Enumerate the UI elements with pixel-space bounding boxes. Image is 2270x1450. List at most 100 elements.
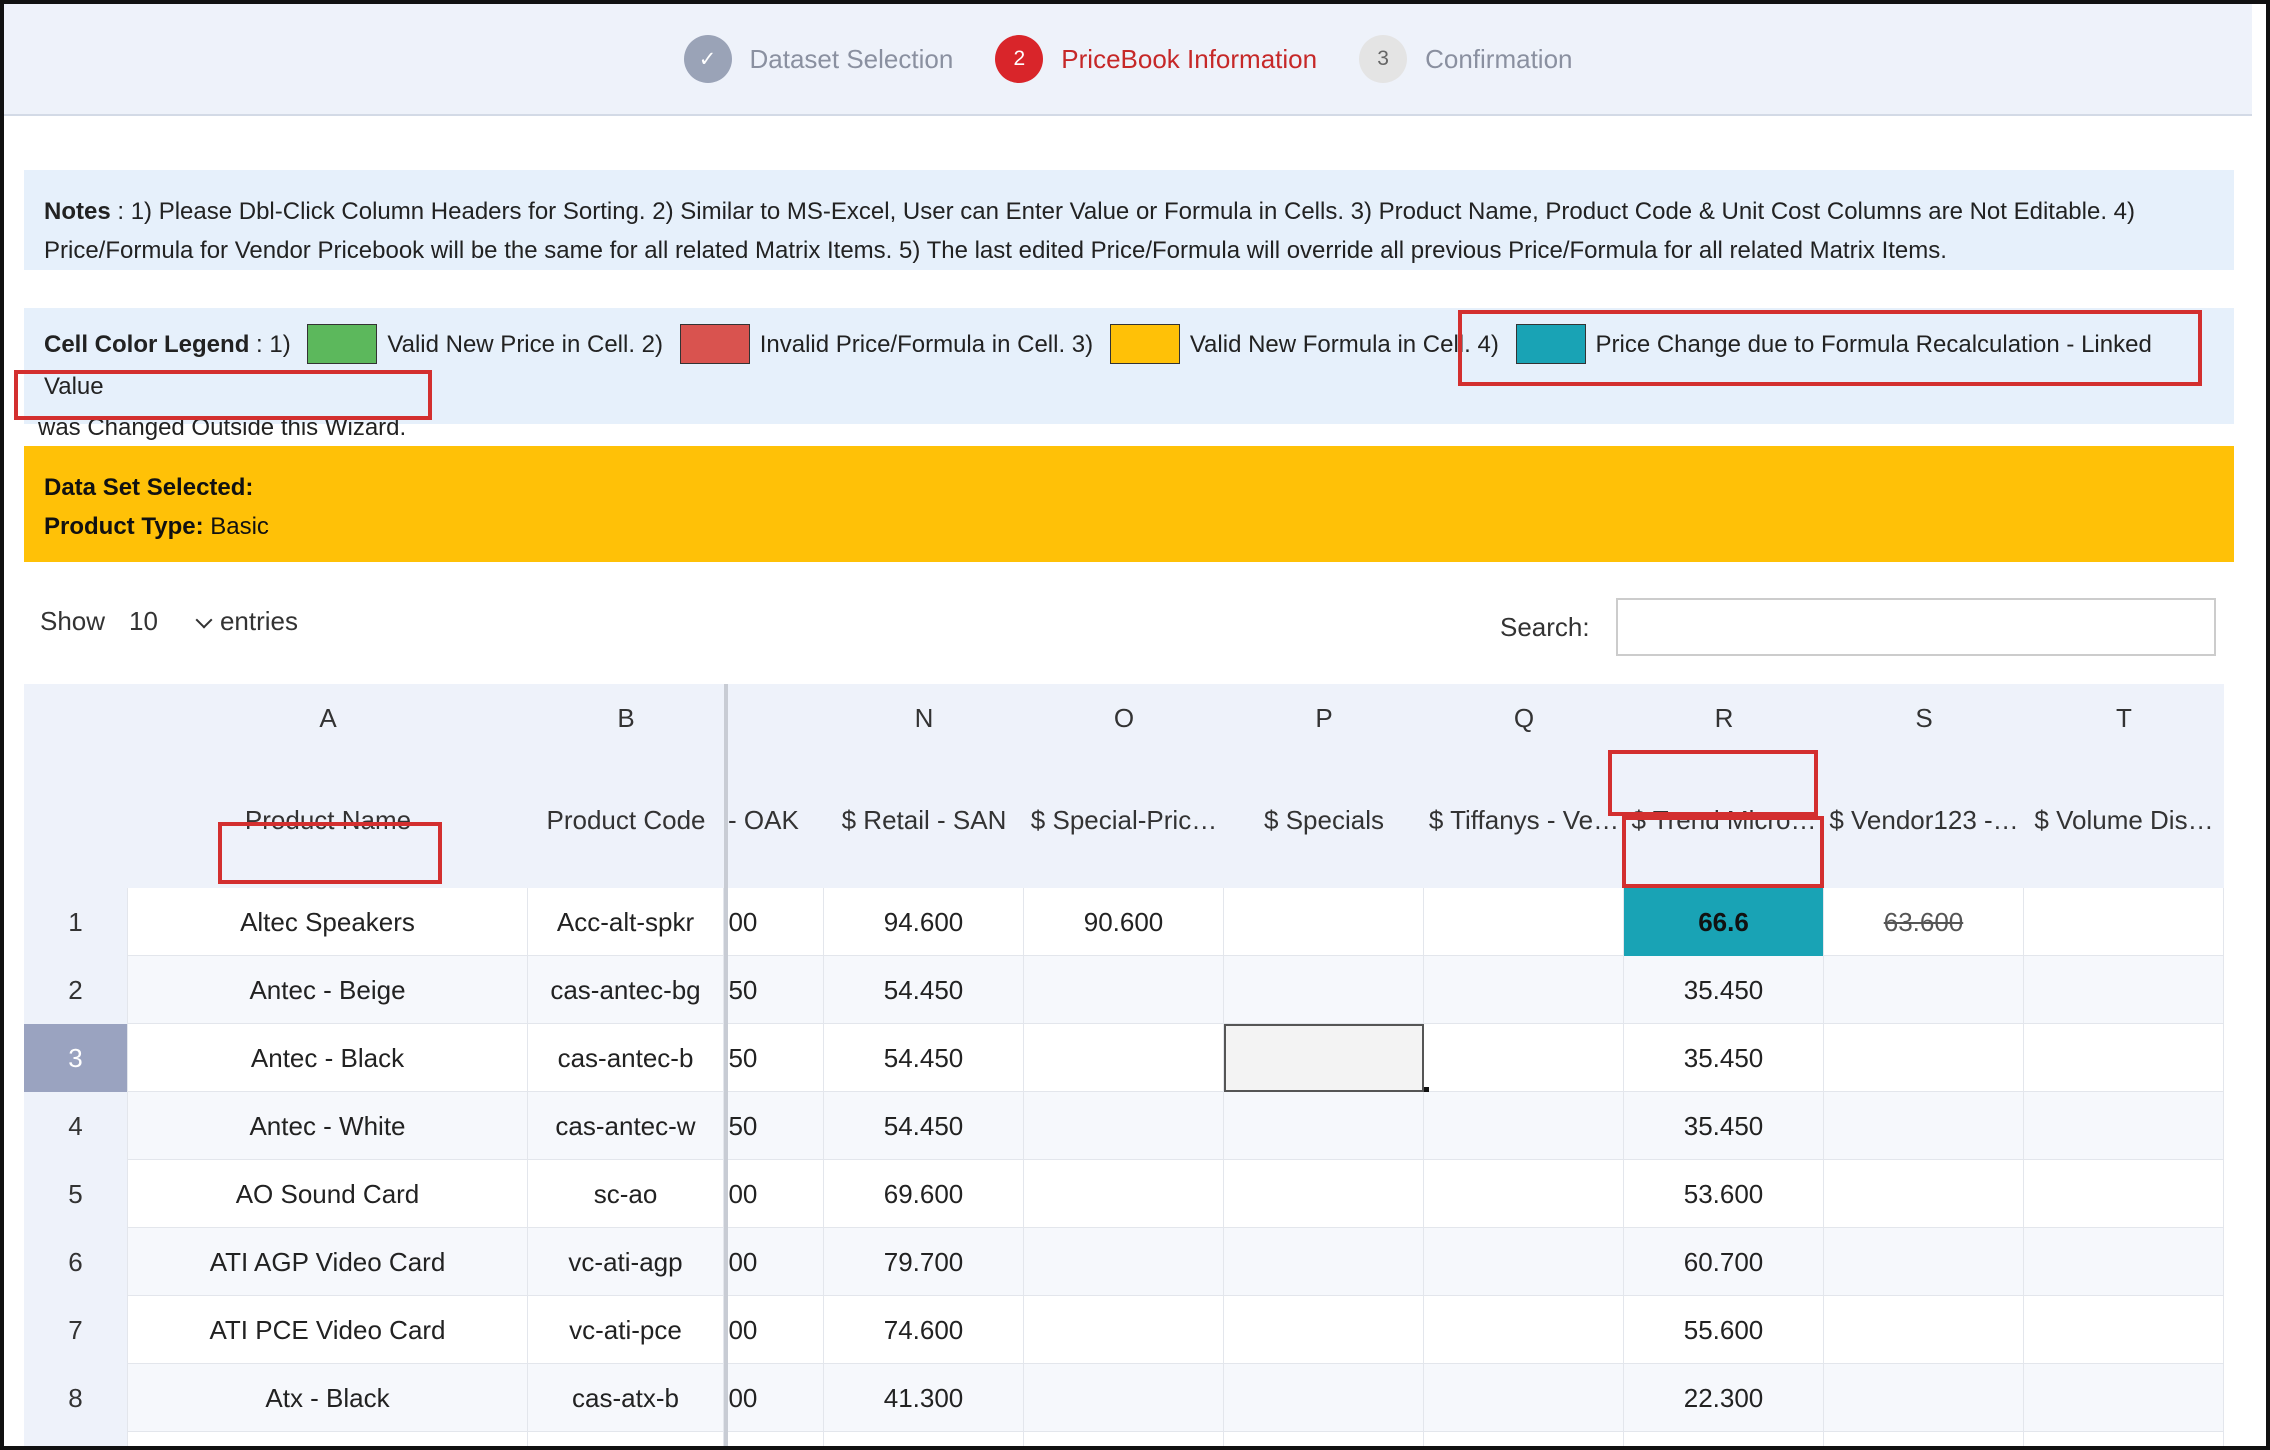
price-cell-tiffanys[interactable] (1424, 1296, 1624, 1364)
price-cell-special-price[interactable] (1024, 1296, 1224, 1364)
product-name-cell[interactable]: Atx - White (128, 1432, 528, 1450)
price-cell-special-price[interactable] (1024, 1024, 1224, 1092)
row-number[interactable]: 3 (24, 1024, 128, 1092)
product-code-cell[interactable]: cas-atx-b (528, 1364, 724, 1432)
price-cell-trend-micro[interactable]: 35.450 (1624, 1092, 1824, 1160)
price-cell-specials[interactable] (1224, 1092, 1424, 1160)
product-code-cell[interactable]: cas-antec-w (528, 1092, 724, 1160)
price-cell-retail-san[interactable]: 54.450 (824, 1092, 1024, 1160)
product-name-cell[interactable]: Antec - Beige (128, 956, 528, 1024)
col-header-oak[interactable]: - OAK (728, 752, 824, 888)
price-cell-trend-micro[interactable]: 22.300 (1624, 1364, 1824, 1432)
price-cell-retail-san[interactable]: 94.600 (824, 888, 1024, 956)
price-cell-vendor123[interactable] (1824, 1092, 2024, 1160)
price-cell-m[interactable]: 600 (728, 1160, 824, 1228)
col-header-volume-dis[interactable]: $ Volume Dis… (2024, 752, 2224, 888)
price-cell-tiffanys[interactable] (1424, 956, 1624, 1024)
product-code-cell[interactable]: vc-ati-agp (528, 1228, 724, 1296)
product-name-cell[interactable]: Antec - Black (128, 1024, 528, 1092)
price-cell-special-price[interactable] (1024, 956, 1224, 1024)
row-number[interactable]: 4 (24, 1092, 128, 1160)
price-cell-vendor123[interactable] (1824, 1228, 2024, 1296)
price-cell-volume-dis[interactable] (2024, 1432, 2224, 1450)
row-number[interactable]: 7 (24, 1296, 128, 1364)
col-header-specials[interactable]: $ Specials (1224, 752, 1424, 888)
col-letter-b[interactable]: B (528, 684, 724, 752)
price-cell-retail-san[interactable]: 54.450 (824, 956, 1024, 1024)
price-cell-trend-micro[interactable]: 35.450 (1624, 1024, 1824, 1092)
price-cell-specials[interactable] (1224, 1364, 1424, 1432)
price-cell-trend-micro[interactable]: 53.600 (1624, 1160, 1824, 1228)
price-cell-volume-dis[interactable] (2024, 1296, 2224, 1364)
product-code-cell[interactable]: cas-atx-w (528, 1432, 724, 1450)
col-letter-r[interactable]: R (1624, 684, 1824, 752)
price-cell-m[interactable]: 450 (728, 1092, 824, 1160)
search-input[interactable] (1615, 598, 2216, 656)
product-name-cell[interactable]: Altec Speakers (128, 888, 528, 956)
col-header-tiffanys[interactable]: $ Tiffanys - Ve… (1424, 752, 1624, 888)
price-cell-specials[interactable] (1224, 956, 1424, 1024)
price-cell-m[interactable]: 700 (728, 1228, 824, 1296)
product-name-cell[interactable]: Atx - Black (128, 1364, 528, 1432)
price-cell-special-price[interactable] (1024, 1432, 1224, 1450)
price-cell-vendor123[interactable] (1824, 1160, 2024, 1228)
price-cell-retail-san[interactable]: 54.450 (824, 1024, 1024, 1092)
price-cell-specials[interactable] (1224, 1296, 1424, 1364)
product-name-cell[interactable]: AO Sound Card (128, 1160, 528, 1228)
price-cell-volume-dis[interactable] (2024, 956, 2224, 1024)
col-header-product-code[interactable]: Product Code (528, 752, 724, 888)
row-number[interactable]: 8 (24, 1364, 128, 1432)
price-cell-m[interactable]: 500 (728, 888, 824, 956)
price-cell-specials[interactable] (1224, 1160, 1424, 1228)
price-cell-specials[interactable] (1224, 1228, 1424, 1296)
product-code-cell[interactable]: cas-antec-bg (528, 956, 724, 1024)
price-cell-volume-dis[interactable] (2024, 1024, 2224, 1092)
col-letter-q[interactable]: Q (1424, 684, 1624, 752)
col-letter-s[interactable]: S (1824, 684, 2024, 752)
price-cell-m[interactable]: 600 (728, 1296, 824, 1364)
price-cell-specials[interactable] (1224, 1024, 1424, 1092)
price-cell-tiffanys[interactable] (1424, 1024, 1624, 1092)
price-cell-retail-san[interactable]: 79.700 (824, 1228, 1024, 1296)
price-cell-retail-san[interactable]: 69.600 (824, 1160, 1024, 1228)
price-cell-m[interactable]: 300 (728, 1432, 824, 1450)
price-cell-special-price[interactable]: 90.600 (1024, 888, 1224, 956)
price-cell-special-price[interactable] (1024, 1364, 1224, 1432)
col-letter-t[interactable]: T (2024, 684, 2224, 752)
row-number[interactable]: 5 (24, 1160, 128, 1228)
price-cell-vendor123[interactable] (1824, 1296, 2024, 1364)
row-number[interactable]: 9 (24, 1432, 128, 1450)
product-code-cell[interactable]: cas-antec-b (528, 1024, 724, 1092)
step-dataset-selection[interactable]: ✓ Dataset Selection (683, 35, 953, 83)
price-cell-specials[interactable] (1224, 888, 1424, 956)
row-number[interactable]: 2 (24, 956, 128, 1024)
product-name-cell[interactable]: ATI AGP Video Card (128, 1228, 528, 1296)
col-letter-p[interactable]: P (1224, 684, 1424, 752)
price-cell-m[interactable]: 450 (728, 1024, 824, 1092)
price-cell-trend-micro[interactable]: 22.300 (1624, 1432, 1824, 1450)
product-code-cell[interactable]: Acc-alt-spkr (528, 888, 724, 956)
step-pricebook-information[interactable]: 2 PriceBook Information (995, 35, 1317, 83)
product-code-cell[interactable]: sc-ao (528, 1160, 724, 1228)
price-cell-tiffanys[interactable] (1424, 1092, 1624, 1160)
price-cell-volume-dis[interactable] (2024, 1092, 2224, 1160)
step-confirmation[interactable]: 3 Confirmation (1359, 35, 1573, 83)
price-cell-retail-san[interactable]: 41.300 (824, 1432, 1024, 1450)
product-code-cell[interactable]: vc-ati-pce (528, 1296, 724, 1364)
col-letter-o[interactable]: O (1024, 684, 1224, 752)
row-number[interactable]: 1 (24, 888, 128, 956)
price-cell-special-price[interactable] (1024, 1160, 1224, 1228)
col-header-trend-micro[interactable]: $ Trend Micro… (1624, 752, 1824, 888)
price-cell-volume-dis[interactable] (2024, 1228, 2224, 1296)
price-cell-trend-micro[interactable]: 60.700 (1624, 1228, 1824, 1296)
price-cell-trend-micro[interactable]: 55.600 (1624, 1296, 1824, 1364)
price-cell-vendor123[interactable] (1824, 1364, 2024, 1432)
price-cell-vendor123[interactable]: 63.600 (1824, 888, 2024, 956)
price-cell-special-price[interactable] (1024, 1092, 1224, 1160)
row-number[interactable]: 6 (24, 1228, 128, 1296)
col-header-retail-san[interactable]: $ Retail - SAN (824, 752, 1024, 888)
col-letter-n[interactable]: N (824, 684, 1024, 752)
price-cell-volume-dis[interactable] (2024, 888, 2224, 956)
price-cell-tiffanys[interactable] (1424, 1364, 1624, 1432)
price-cell-m[interactable]: 300 (728, 1364, 824, 1432)
